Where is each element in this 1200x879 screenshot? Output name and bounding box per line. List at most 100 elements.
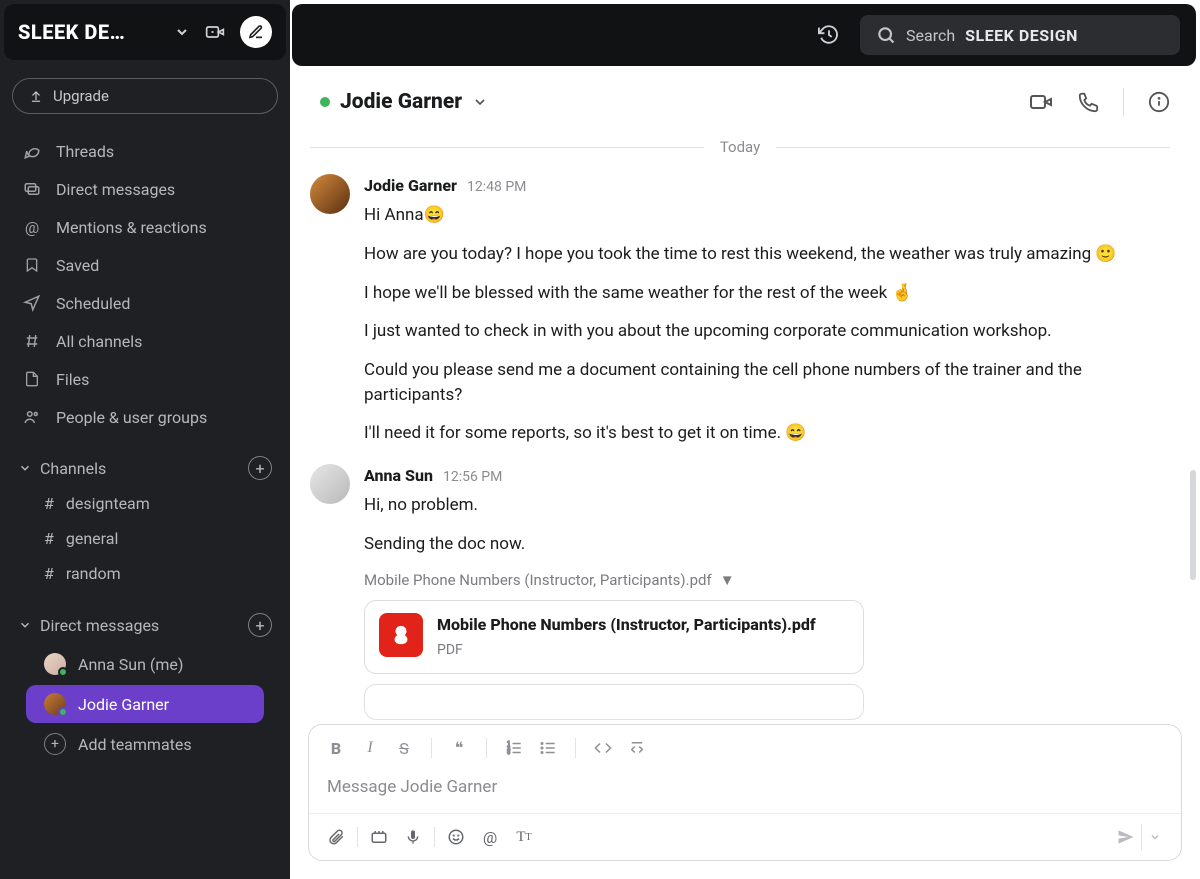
workspace-title: SLEEK DE… [18, 20, 164, 44]
code-button[interactable] [590, 735, 616, 761]
nav-mentions[interactable]: @Mentions & reactions [0, 208, 290, 246]
format-toolbar: B I S ❝ 123 [309, 725, 1181, 771]
message-list[interactable]: Today Jodie Garner12:48 PM Hi Anna😄 How … [290, 128, 1200, 724]
message-author[interactable]: Jodie Garner [364, 174, 457, 197]
emoji-button[interactable] [443, 824, 469, 850]
nav-scheduled[interactable]: Scheduled [0, 284, 290, 322]
video-clip-button[interactable] [366, 824, 392, 850]
avatar[interactable] [310, 174, 350, 214]
message-input[interactable]: Message Jodie Garner [309, 771, 1181, 813]
search-icon [876, 25, 896, 45]
upgrade-button[interactable]: Upgrade [12, 78, 278, 114]
bullet-list-button[interactable] [535, 735, 561, 761]
new-huddle-icon[interactable] [200, 17, 230, 47]
scrollbar[interactable] [1190, 470, 1196, 580]
history-button[interactable] [814, 20, 844, 50]
composer-actions: @ TT [309, 813, 1181, 860]
main: Search SLEEK DESIGN Jodie Garner Today J… [290, 0, 1200, 879]
scheduled-icon [22, 293, 42, 313]
dms-header[interactable]: Direct messages + [18, 613, 272, 637]
attach-button[interactable] [323, 824, 349, 850]
channel-random[interactable]: #random [18, 556, 272, 591]
mention-button[interactable]: @ [477, 824, 503, 850]
dms-section: Direct messages + Anna Sun (me) Jodie Ga… [0, 601, 290, 775]
upgrade-icon [29, 89, 43, 103]
hash-icon: # [44, 564, 54, 583]
message-text: I'll need it for some reports, so it's b… [364, 421, 1170, 446]
message-text: I hope we'll be blessed with the same we… [364, 281, 1170, 306]
caret-down-icon: ▼ [720, 570, 735, 592]
message-text: I just wanted to check in with you about… [364, 319, 1170, 344]
attachment-header[interactable]: Mobile Phone Numbers (Instructor, Partic… [364, 570, 1170, 592]
bold-button[interactable]: B [323, 735, 349, 761]
chat-header: Jodie Garner [290, 66, 1200, 128]
avatar[interactable] [310, 464, 350, 504]
presence-dot [58, 707, 68, 717]
avatar [44, 653, 66, 675]
chat-title[interactable]: Jodie Garner [340, 90, 462, 114]
channel-designteam[interactable]: #designteam [18, 486, 272, 521]
dm-jodie-garner[interactable]: Jodie Garner [26, 685, 264, 723]
upgrade-label: Upgrade [53, 87, 109, 105]
italic-button[interactable]: I [357, 735, 383, 761]
people-icon [22, 407, 42, 427]
compose-button[interactable] [240, 16, 272, 48]
presence-dot [320, 97, 330, 107]
file-type: PDF [437, 640, 816, 660]
nav-saved[interactable]: Saved [0, 246, 290, 284]
info-button[interactable] [1148, 91, 1170, 113]
nav-direct-messages[interactable]: Direct messages [0, 170, 290, 208]
mentions-icon: @ [22, 217, 42, 237]
message-text: Could you please send me a document cont… [364, 358, 1170, 407]
send-button[interactable] [1113, 824, 1139, 850]
message-text: Hi Anna😄 [364, 203, 1170, 228]
message-author[interactable]: Anna Sun [364, 464, 433, 487]
nav-people[interactable]: People & user groups [0, 398, 290, 436]
nav-all-channels[interactable]: All channels [0, 322, 290, 360]
pdf-icon [379, 613, 423, 657]
dm-icon [22, 179, 42, 199]
strike-button[interactable]: S [391, 735, 417, 761]
chevron-down-icon [18, 618, 32, 632]
add-channel-button[interactable]: + [248, 456, 272, 480]
file-name: Mobile Phone Numbers (Instructor, Partic… [437, 613, 816, 636]
channels-header[interactable]: Channels + [18, 456, 272, 480]
code-block-button[interactable] [624, 735, 650, 761]
file-preview[interactable] [364, 684, 864, 720]
message: Anna Sun12:56 PM Hi, no problem. Sending… [310, 464, 1170, 720]
avatar [44, 693, 66, 715]
hash-icon: # [44, 529, 54, 548]
format-toggle-button[interactable]: TT [511, 824, 537, 850]
channel-general[interactable]: #general [18, 521, 272, 556]
nav-files[interactable]: Files [0, 360, 290, 398]
search-input[interactable]: Search SLEEK DESIGN [860, 15, 1180, 55]
send-options-button[interactable] [1141, 824, 1167, 850]
nav-list: Threads Direct messages @Mentions & reac… [0, 124, 290, 444]
all-channels-icon [22, 331, 42, 351]
phone-call-button[interactable] [1077, 91, 1099, 113]
date-divider: Today [310, 138, 1170, 156]
video-call-button[interactable] [1029, 90, 1053, 114]
message: Jodie Garner12:48 PM Hi Anna😄 How are yo… [310, 174, 1170, 460]
chevron-down-icon[interactable] [472, 94, 488, 110]
workspace-switcher[interactable]: SLEEK DE… [4, 4, 286, 60]
message-text: Hi, no problem. [364, 493, 1170, 518]
message-text: Sending the doc now. [364, 532, 1170, 557]
plus-circle-icon: + [44, 733, 66, 755]
presence-dot [58, 667, 68, 677]
svg-text:3: 3 [507, 750, 510, 756]
chevron-down-icon [18, 461, 32, 475]
message-text: How are you today? I hope you took the t… [364, 242, 1170, 267]
file-attachment[interactable]: Mobile Phone Numbers (Instructor, Partic… [364, 600, 864, 673]
ordered-list-button[interactable]: 123 [501, 735, 527, 761]
chevron-down-icon [174, 24, 190, 40]
bookmark-icon [22, 255, 42, 275]
add-teammates[interactable]: +Add teammates [26, 725, 264, 763]
quote-button[interactable]: ❝ [446, 735, 472, 761]
composer: B I S ❝ 123 Message Jodie Garner [290, 724, 1200, 879]
hash-icon: # [44, 494, 54, 513]
dm-anna-sun[interactable]: Anna Sun (me) [26, 645, 264, 683]
add-dm-button[interactable]: + [248, 613, 272, 637]
audio-clip-button[interactable] [400, 824, 426, 850]
nav-threads[interactable]: Threads [0, 132, 290, 170]
